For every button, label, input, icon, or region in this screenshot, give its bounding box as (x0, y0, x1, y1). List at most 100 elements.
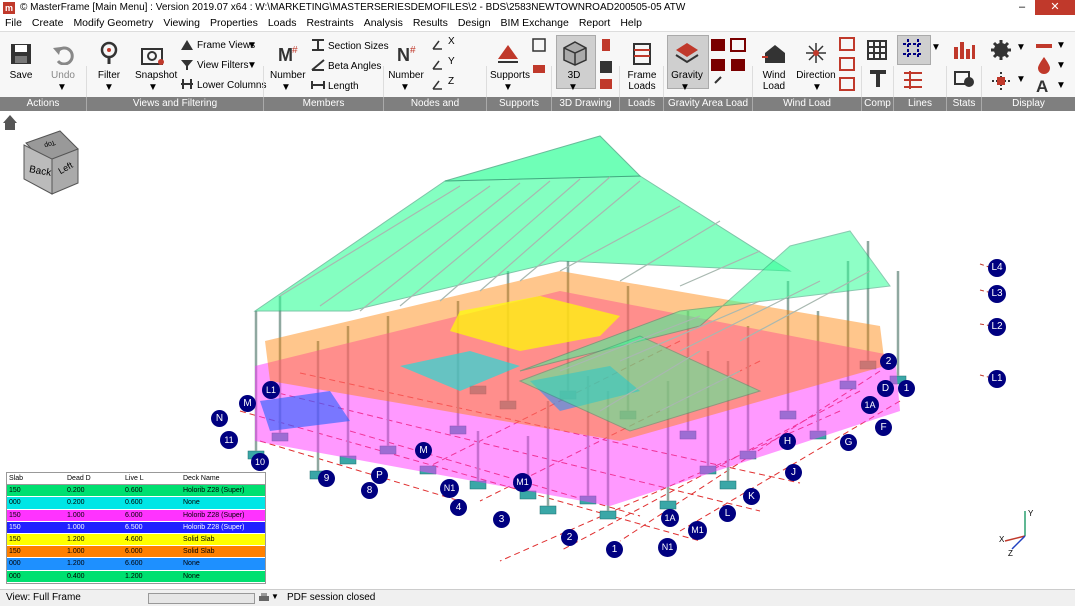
grid-marker-j[interactable]: J (785, 464, 802, 481)
snapshot-button[interactable]: Snapshot (135, 70, 177, 81)
grid-marker-d[interactable]: D (877, 380, 894, 397)
menu-restraints[interactable]: Restraints (301, 16, 358, 29)
supports-dropdown-arrow[interactable]: ▼ (503, 82, 513, 93)
grid-marker-3[interactable]: 3 (493, 511, 510, 528)
lines-list-icon[interactable] (902, 69, 924, 91)
menu-file[interactable]: File (0, 16, 27, 29)
length-button[interactable]: Length (328, 81, 359, 92)
display-text-icon[interactable]: A (1034, 76, 1054, 94)
frame-loads-button[interactable]: Frame Loads (624, 70, 660, 92)
menu-modify-geometry[interactable]: Modify Geometry (68, 16, 158, 29)
grid-marker-1a[interactable]: 1A (861, 396, 879, 414)
menu-analysis[interactable]: Analysis (359, 16, 408, 29)
menu-viewing[interactable]: Viewing (158, 16, 205, 29)
view-filters-dropdown-arrow[interactable]: ▼ (247, 60, 257, 71)
node-number-button[interactable]: Number (388, 70, 424, 81)
grid-marker-8[interactable]: 8 (361, 482, 378, 499)
stats-info-icon[interactable] (953, 70, 975, 88)
threed-tools-icons[interactable] (598, 37, 614, 93)
wind-tools-icons[interactable] (838, 36, 856, 94)
filter-button[interactable]: Filter (94, 70, 124, 81)
grid-marker-1a-front[interactable]: 1A (661, 509, 679, 527)
grid-marker-p[interactable]: P (371, 467, 388, 484)
display-line-color-icon[interactable] (1034, 40, 1054, 52)
direction-icon[interactable] (804, 41, 828, 65)
snapshot-dropdown-arrow[interactable]: ▼ (148, 82, 158, 93)
frame-loads-icon[interactable] (632, 42, 652, 66)
display-gear-icon[interactable] (990, 39, 1012, 61)
grid-marker-m-mid[interactable]: M (415, 442, 432, 459)
grid-marker-f[interactable]: F (875, 419, 892, 436)
menu-bim-exchange[interactable]: BIM Exchange (496, 16, 574, 29)
grid-marker-n[interactable]: N (211, 410, 228, 427)
comp-section-icon[interactable] (868, 69, 888, 89)
grid-marker-m-left[interactable]: M (239, 395, 256, 412)
threed-cube-icon[interactable] (562, 40, 588, 66)
stats-chart-icon[interactable] (953, 39, 975, 61)
wind-load-icon[interactable] (762, 43, 788, 65)
frame-views-dropdown-arrow[interactable]: ▼ (247, 40, 257, 51)
menu-design[interactable]: Design (453, 16, 496, 29)
level-marker-l3[interactable]: L3 (988, 285, 1006, 303)
grid-marker-2-right[interactable]: 2 (880, 353, 897, 370)
member-number-icon[interactable]: M # (276, 43, 298, 65)
comp-grid-icon[interactable] (866, 39, 888, 61)
member-number-dropdown-arrow[interactable]: ▼ (281, 82, 291, 93)
menu-results[interactable]: Results (408, 16, 453, 29)
undo-icon[interactable] (52, 43, 74, 65)
section-sizes-button[interactable]: Section Sizes (328, 41, 389, 52)
display-gear-dropdown-arrow[interactable]: ▼ (1016, 42, 1026, 53)
threed-dropdown-arrow[interactable]: ▼ (568, 82, 578, 93)
gravity-area-tools-icons[interactable] (711, 37, 749, 93)
gravity-icon[interactable] (674, 41, 700, 65)
grid-marker-n1-front[interactable]: N1 (658, 538, 677, 557)
menu-create[interactable]: Create (27, 16, 69, 29)
lower-columns-button[interactable]: Lower Columns (197, 80, 266, 91)
gravity-button[interactable]: Gravity (670, 70, 704, 81)
grid-marker-9[interactable]: 9 (318, 470, 335, 487)
level-marker-l4[interactable]: L4 (988, 259, 1006, 277)
menu-report[interactable]: Report (574, 16, 616, 29)
menu-loads[interactable]: Loads (263, 16, 302, 29)
printer-icon[interactable] (258, 592, 270, 603)
display-node-dropdown-arrow[interactable]: ▼ (1016, 74, 1026, 85)
menu-properties[interactable]: Properties (205, 16, 263, 29)
display-text-dropdown-arrow[interactable]: ▼ (1056, 80, 1066, 91)
snapshot-icon[interactable] (140, 44, 166, 66)
node-number-dropdown-arrow[interactable]: ▼ (400, 82, 410, 93)
grid-marker-m1-front[interactable]: M1 (688, 521, 707, 540)
grid-marker-1-right[interactable]: 1 (898, 380, 915, 397)
wind-load-button[interactable]: Wind Load (757, 70, 791, 92)
app-icon[interactable]: m (3, 2, 15, 14)
grid-marker-1-front[interactable]: 1 (606, 541, 623, 558)
threed-button[interactable]: 3D (561, 70, 587, 81)
grid-marker-h[interactable]: H (779, 433, 796, 450)
minimize-button[interactable]: – (1009, 0, 1035, 15)
lines-grid-icon[interactable] (901, 38, 925, 60)
display-node-icon[interactable] (990, 70, 1012, 92)
grid-marker-k[interactable]: K (743, 488, 760, 505)
filter-dropdown-arrow[interactable]: ▼ (104, 82, 114, 93)
home-icon[interactable] (3, 115, 17, 130)
grid-marker-11[interactable]: 11 (220, 431, 238, 449)
view-filters-button[interactable]: View Filters (197, 60, 249, 71)
grid-marker-10[interactable]: 10 (251, 453, 269, 471)
grid-marker-m1-mid[interactable]: M1 (513, 473, 532, 492)
beta-angles-button[interactable]: Beta Angles (328, 61, 381, 72)
display-drop-dropdown-arrow[interactable]: ▼ (1056, 60, 1066, 71)
node-number-icon[interactable]: N # (395, 43, 417, 65)
grid-marker-n1-mid[interactable]: N1 (440, 479, 459, 498)
grid-marker-l1[interactable]: L1 (262, 381, 280, 399)
grid-marker-4[interactable]: 4 (450, 499, 467, 516)
supports-icon[interactable] (496, 43, 520, 65)
gravity-dropdown-arrow[interactable]: ▼ (680, 82, 690, 93)
display-drop-icon[interactable] (1036, 56, 1052, 74)
menu-help[interactable]: Help (615, 16, 647, 29)
member-number-button[interactable]: Number (270, 70, 306, 81)
save-icon[interactable] (10, 43, 32, 65)
grid-marker-2-front[interactable]: 2 (561, 529, 578, 546)
grid-marker-l[interactable]: L (719, 505, 736, 522)
close-button[interactable]: ✕ (1035, 0, 1075, 15)
printer-dropdown-arrow[interactable]: ▼ (271, 592, 279, 601)
level-marker-l1[interactable]: L1 (988, 370, 1006, 388)
